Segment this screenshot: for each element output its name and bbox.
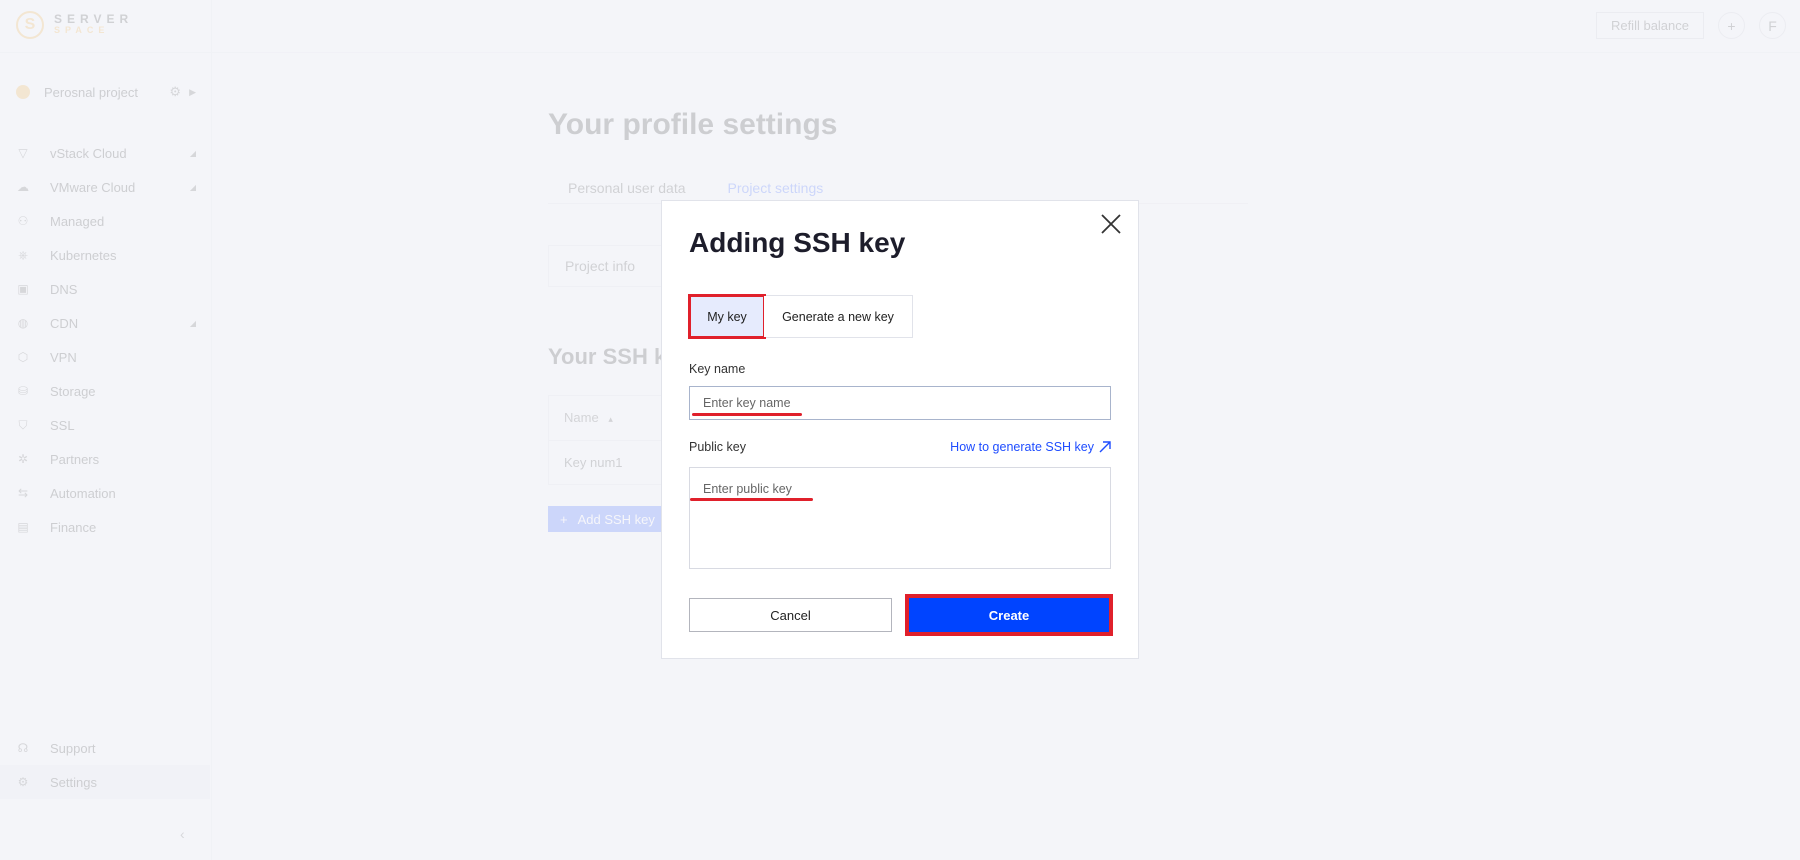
sidebar-item-label: CDN bbox=[50, 315, 79, 331]
sidebar-item-managed[interactable]: ⚇ Managed bbox=[16, 204, 196, 238]
gear-icon[interactable]: ⚙ bbox=[169, 84, 181, 100]
sidebar-item-finance[interactable]: ▤ Finance bbox=[16, 510, 196, 544]
key-name-label: Key name bbox=[689, 362, 746, 376]
external-link-icon bbox=[1099, 441, 1111, 453]
page-title: Your profile settings bbox=[548, 108, 838, 141]
sidebar-item-kubernetes[interactable]: ⎈ Kubernetes bbox=[16, 238, 196, 272]
create-button[interactable]: Create bbox=[905, 594, 1113, 636]
tab-project-settings[interactable]: Project settings bbox=[728, 180, 824, 196]
public-key-label: Public key bbox=[689, 440, 746, 454]
public-key-textarea[interactable] bbox=[689, 467, 1111, 569]
cancel-button[interactable]: Cancel bbox=[689, 598, 892, 632]
project-selector[interactable]: Perosnal project ⚙ ▶ bbox=[16, 80, 196, 104]
sidebar-item-vmware-cloud[interactable]: ☁ VMware Cloud ◢ bbox=[16, 170, 196, 204]
help-link-label: How to generate SSH key bbox=[950, 440, 1094, 454]
modal-title: Adding SSH key bbox=[689, 227, 906, 258]
tab-generate-new-key[interactable]: Generate a new key bbox=[764, 296, 912, 337]
settings-tabs: Personal user data Project settings bbox=[568, 180, 823, 196]
collapse-sidebar-button[interactable]: ‹ bbox=[180, 826, 185, 842]
add-ssh-key-modal: Adding SSH key My key Generate a new key… bbox=[661, 200, 1139, 659]
sidebar-item-label: Partners bbox=[50, 451, 100, 467]
sidebar-item-label: Support bbox=[50, 740, 96, 756]
caret-right-icon: ▶ bbox=[189, 86, 196, 97]
sidebar-item-storage[interactable]: ⛁ Storage bbox=[16, 374, 196, 408]
project-name: Perosnal project bbox=[44, 84, 138, 100]
close-button[interactable] bbox=[1097, 210, 1125, 238]
add-ssh-key-label: Add SSH key bbox=[577, 511, 655, 527]
vstack-icon: ▽ bbox=[18, 146, 28, 160]
annotation-underline bbox=[692, 413, 802, 416]
plus-icon: + bbox=[560, 511, 568, 527]
sidebar-nav: ▽ vStack Cloud ◢ ☁ VMware Cloud ◢ ⚇ Managed ⎈ Kub… bbox=[16, 136, 196, 544]
table-header-label: Name bbox=[564, 410, 599, 425]
kubernetes-icon: ⎈ bbox=[18, 247, 28, 262]
sidebar-item-label: SSL bbox=[50, 417, 75, 433]
sidebar-item-label: Settings bbox=[50, 774, 97, 790]
sidebar-item-settings[interactable]: ⚙ Settings bbox=[0, 765, 210, 799]
sidebar-item-automation[interactable]: ⇆ Automation bbox=[16, 476, 196, 510]
close-icon bbox=[1101, 214, 1121, 234]
sidebar-item-label: Storage bbox=[50, 383, 96, 399]
sidebar-item-label: Kubernetes bbox=[50, 247, 117, 263]
sidebar-item-cdn[interactable]: ◍ CDN ◢ bbox=[16, 306, 196, 340]
tab-my-key[interactable]: My key bbox=[688, 294, 766, 339]
logo-line1: SERVER bbox=[54, 12, 134, 26]
sidebar-item-support[interactable]: ☊ Support bbox=[0, 731, 210, 765]
sidebar-item-label: Managed bbox=[50, 213, 105, 229]
shield-icon: ⛉ bbox=[18, 417, 28, 432]
expand-icon: ◢ bbox=[189, 182, 196, 192]
globe-icon: ◍ bbox=[17, 316, 29, 330]
document-icon: ▤ bbox=[17, 520, 29, 534]
sidebar-bottom-nav: ☊ Support ⚙ Settings bbox=[0, 731, 210, 799]
sidebar-item-label: Finance bbox=[50, 519, 97, 535]
sort-icon: ▴ bbox=[608, 414, 613, 424]
tab-personal-user-data[interactable]: Personal user data bbox=[568, 180, 686, 196]
sidebar-item-label: VMware Cloud bbox=[50, 179, 136, 195]
cloud-icon: ☁ bbox=[17, 180, 29, 194]
how-to-generate-ssh-key-link[interactable]: How to generate SSH key bbox=[950, 440, 1111, 454]
expand-icon: ◢ bbox=[189, 148, 196, 158]
sidebar-item-label: Automation bbox=[50, 485, 116, 501]
headset-icon: ☊ bbox=[17, 741, 29, 755]
user-avatar[interactable]: F bbox=[1759, 12, 1786, 39]
sidebar-item-label: vStack Cloud bbox=[50, 145, 127, 161]
refill-balance-button[interactable]: Refill balance bbox=[1595, 12, 1704, 39]
logo-mark-icon: S bbox=[16, 11, 44, 39]
sidebar-item-ssl[interactable]: ⛉ SSL bbox=[16, 408, 196, 442]
key-mode-toggle: My key Generate a new key bbox=[688, 294, 913, 339]
sidebar-item-label: VPN bbox=[50, 349, 77, 365]
sidebar-item-label: DNS bbox=[50, 281, 78, 297]
logo-line2: SPACE bbox=[54, 25, 110, 35]
partners-icon: ✲ bbox=[17, 452, 29, 466]
sidebar-item-vstack-cloud[interactable]: ▽ vStack Cloud ◢ bbox=[16, 136, 196, 170]
expand-icon: ◢ bbox=[189, 318, 196, 328]
header-divider bbox=[0, 52, 1800, 53]
project-avatar bbox=[16, 85, 30, 99]
sidebar: S SERVER SPACE Perosnal project ⚙ ▶ ▽ vSt… bbox=[0, 0, 212, 860]
vpn-icon: ⬡ bbox=[17, 350, 29, 364]
gear-icon: ⚙ bbox=[17, 775, 29, 789]
automation-icon: ⇆ bbox=[17, 486, 29, 500]
logo-text: SERVER SPACE bbox=[54, 12, 134, 36]
sidebar-item-partners[interactable]: ✲ Partners bbox=[16, 442, 196, 476]
logo[interactable]: S SERVER SPACE bbox=[16, 11, 133, 39]
sidebar-item-dns[interactable]: ▣ DNS bbox=[16, 272, 196, 306]
app: S SERVER SPACE Perosnal project ⚙ ▶ ▽ vSt… bbox=[0, 0, 1800, 860]
user-icon: ⚇ bbox=[17, 214, 29, 228]
database-icon: ⛁ bbox=[17, 384, 29, 398]
topbar-actions: Refill balance + F bbox=[1595, 12, 1786, 39]
dns-icon: ▣ bbox=[17, 282, 29, 296]
annotation-underline bbox=[690, 498, 813, 501]
add-icon[interactable]: + bbox=[1718, 12, 1745, 39]
sidebar-item-vpn[interactable]: ⬡ VPN bbox=[16, 340, 196, 374]
